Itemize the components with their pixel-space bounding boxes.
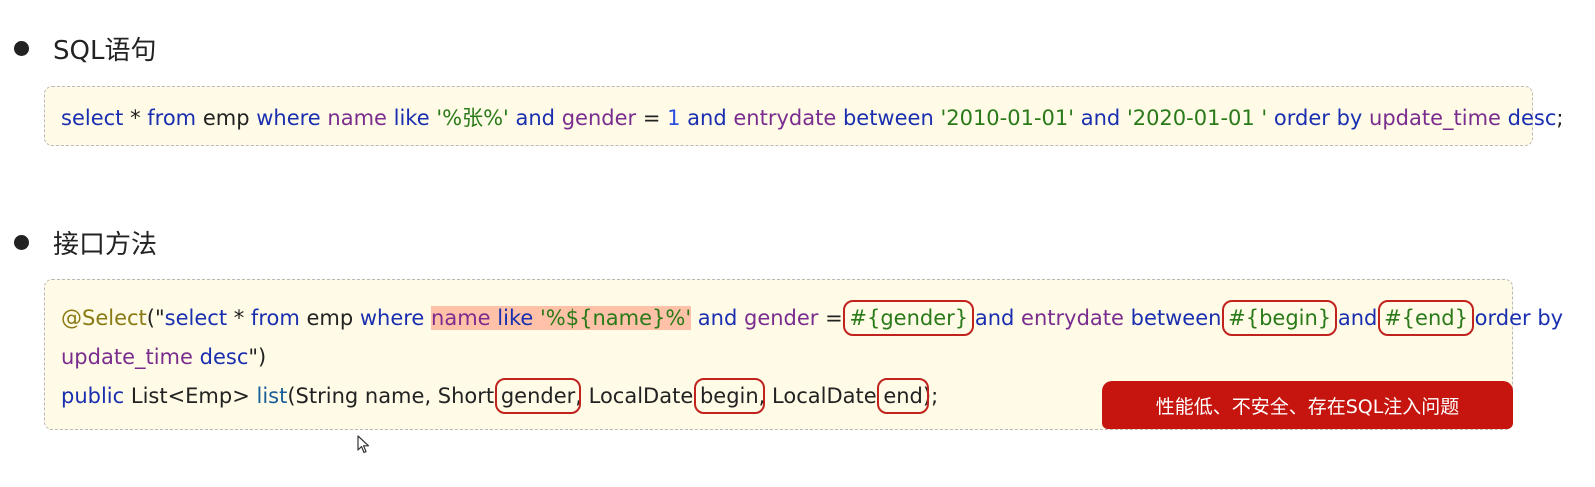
code-token: , LocalDate bbox=[758, 384, 884, 408]
sql-token: '2010-01-01' bbox=[940, 106, 1075, 130]
bullet-icon bbox=[14, 235, 29, 250]
code-token: public bbox=[61, 384, 125, 408]
code-token: gender bbox=[743, 306, 819, 330]
mouse-cursor-icon bbox=[357, 435, 370, 454]
method-code-line-2: update_time desc") bbox=[61, 345, 266, 369]
code-token: and bbox=[1337, 306, 1378, 330]
code-token: List<Emp> bbox=[124, 384, 257, 408]
sql-token: * bbox=[123, 106, 148, 130]
sql-token: select bbox=[61, 106, 124, 130]
section-title-text: SQL语句 bbox=[53, 36, 157, 66]
boxed-arg-begin: begin bbox=[693, 378, 765, 414]
sql-token: '%张%' bbox=[436, 106, 509, 130]
code-token: entrydate bbox=[1021, 306, 1124, 330]
sql-token: name bbox=[327, 106, 387, 130]
code-token: (String name, Short bbox=[287, 384, 501, 408]
boxed-arg-end: end bbox=[877, 378, 929, 414]
sql-token: between bbox=[842, 106, 934, 130]
code-token: emp bbox=[299, 306, 360, 330]
code-token: ") bbox=[248, 345, 267, 369]
sql-token: from bbox=[147, 106, 197, 130]
sql-token: 1 bbox=[667, 106, 681, 130]
sql-token: desc bbox=[1507, 106, 1557, 130]
sql-token: emp bbox=[196, 106, 257, 130]
warning-banner: 性能低、不安全、存在SQL注入问题 bbox=[1102, 381, 1513, 429]
code-token: * bbox=[227, 306, 251, 330]
sql-code-line: select * from emp where name like '%张%' … bbox=[61, 102, 1563, 132]
code-token: where bbox=[359, 306, 425, 330]
sql-token: update_time bbox=[1369, 106, 1501, 130]
code-token: , LocalDate bbox=[575, 384, 700, 408]
sql-token: and bbox=[1080, 106, 1121, 130]
sql-code-box: select * from emp where name like '%张%' … bbox=[44, 86, 1563, 146]
method-code-line-3: public List<Emp> list(String name, Short… bbox=[61, 378, 939, 414]
method-code-line-1: @Select("select * from emp where name li… bbox=[61, 300, 1564, 336]
sql-token: where bbox=[256, 106, 321, 130]
code-token: (" bbox=[146, 306, 165, 330]
code-token: desc bbox=[199, 345, 249, 369]
boxed-arg-gender: gender bbox=[494, 378, 582, 414]
section-title-sql: SQL语句 bbox=[14, 30, 156, 67]
code-token: select bbox=[164, 306, 228, 330]
sql-token: ; bbox=[1556, 106, 1564, 130]
code-token: ); bbox=[922, 384, 939, 408]
sql-token: entrydate bbox=[733, 106, 837, 130]
code-token: = bbox=[818, 306, 850, 330]
code-token: between bbox=[1130, 306, 1222, 330]
section-title-interface: 接口方法 bbox=[14, 224, 157, 261]
sql-token: '2020-01-01 ' bbox=[1126, 106, 1268, 130]
boxed-param-begin: #{begin} bbox=[1222, 300, 1338, 336]
code-token: from bbox=[250, 306, 300, 330]
highlighted-name-like: name like '%${name}%' bbox=[431, 306, 692, 330]
code-token: '%${name}%' bbox=[540, 306, 692, 330]
sql-token: and bbox=[687, 106, 727, 130]
sql-token: and bbox=[515, 106, 556, 130]
code-token: @Select bbox=[61, 306, 147, 330]
boxed-param-gender: #{gender} bbox=[843, 300, 975, 336]
sql-token: like bbox=[393, 106, 430, 130]
sql-token: order by bbox=[1273, 106, 1363, 130]
code-token: name bbox=[431, 306, 491, 330]
bullet-icon bbox=[14, 41, 29, 56]
code-token: and bbox=[974, 306, 1015, 330]
code-token: list bbox=[256, 384, 288, 408]
code-token: like bbox=[497, 306, 534, 330]
code-token: and bbox=[697, 306, 738, 330]
code-token: update_time bbox=[61, 345, 193, 369]
boxed-param-end: #{end} bbox=[1378, 300, 1474, 336]
section-title-text: 接口方法 bbox=[53, 230, 158, 260]
sql-token: gender bbox=[561, 106, 637, 130]
code-token: order by bbox=[1474, 306, 1564, 330]
sql-token: = bbox=[636, 106, 668, 130]
